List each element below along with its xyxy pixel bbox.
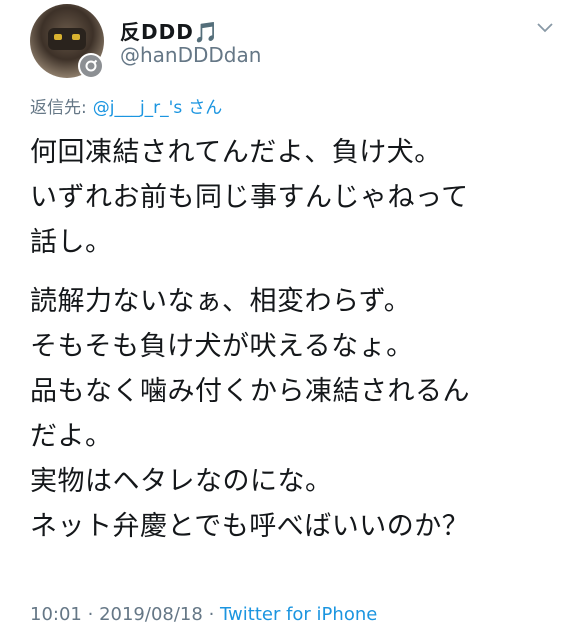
tweet-source-link[interactable]: Twitter for iPhone [220, 604, 377, 625]
user-handle[interactable]: @hanDDDdan [120, 43, 261, 67]
tweet-card: 反DDD🎵 @hanDDDdan 返信先: @j___j_r_'s さん 何回凍結さ… [0, 0, 581, 640]
avatar-eye [54, 34, 62, 40]
tweet-line: ネット弁慶とでも呼べばいいのか？ [30, 511, 470, 542]
tweet-time[interactable]: 10:01 [30, 604, 82, 625]
tweet-line: いずれお前も同じ事すんじゃねって [30, 182, 469, 213]
chevron-down-icon[interactable] [536, 22, 554, 34]
display-name[interactable]: 反DDD🎵 [120, 16, 220, 45]
tweet-line: だよ。 [30, 421, 113, 452]
tweet-line: 品もなく噛み付くから凍結されるん [30, 376, 470, 407]
meta-separator: · [87, 604, 94, 625]
avatar-eye [72, 34, 80, 40]
tweet-line: 話し。 [30, 227, 113, 258]
reply-mention-link[interactable]: @j___j_r_'s [93, 98, 182, 118]
reply-to-line: 返信先: @j___j_r_'s さん [30, 93, 222, 118]
reply-suffix[interactable]: さん [188, 98, 222, 118]
reply-label: 返信先: [30, 98, 87, 118]
meta-separator: · [208, 604, 215, 625]
reply-badge-icon [78, 53, 104, 79]
tweet-line: そもそも負け犬が吠えるなょ。 [30, 331, 414, 362]
tweet-line: 実物はヘタレなのにな。 [30, 466, 333, 497]
tweet-text: 何回凍結されてんだよ、負け犬。 いずれお前も同じ事すんじゃねって 話し。 読解力… [30, 130, 560, 549]
tweet-line: 何回凍結されてんだよ、負け犬。 [30, 137, 442, 168]
tweet-date[interactable]: 2019/08/18 [99, 604, 203, 625]
tweet-meta: 10:01 · 2019/08/18 · Twitter for iPhone [30, 604, 377, 625]
tweet-paragraph: 何回凍結されてんだよ、負け犬。 いずれお前も同じ事すんじゃねって 話し。 [30, 130, 560, 265]
tweet-line: 読解力ないなぁ、相変わらず。 [30, 286, 412, 317]
tweet-paragraph: 読解力ないなぁ、相変わらず。 そもそも負け犬が吠えるなょ。 品もなく噛み付くから… [30, 279, 560, 549]
